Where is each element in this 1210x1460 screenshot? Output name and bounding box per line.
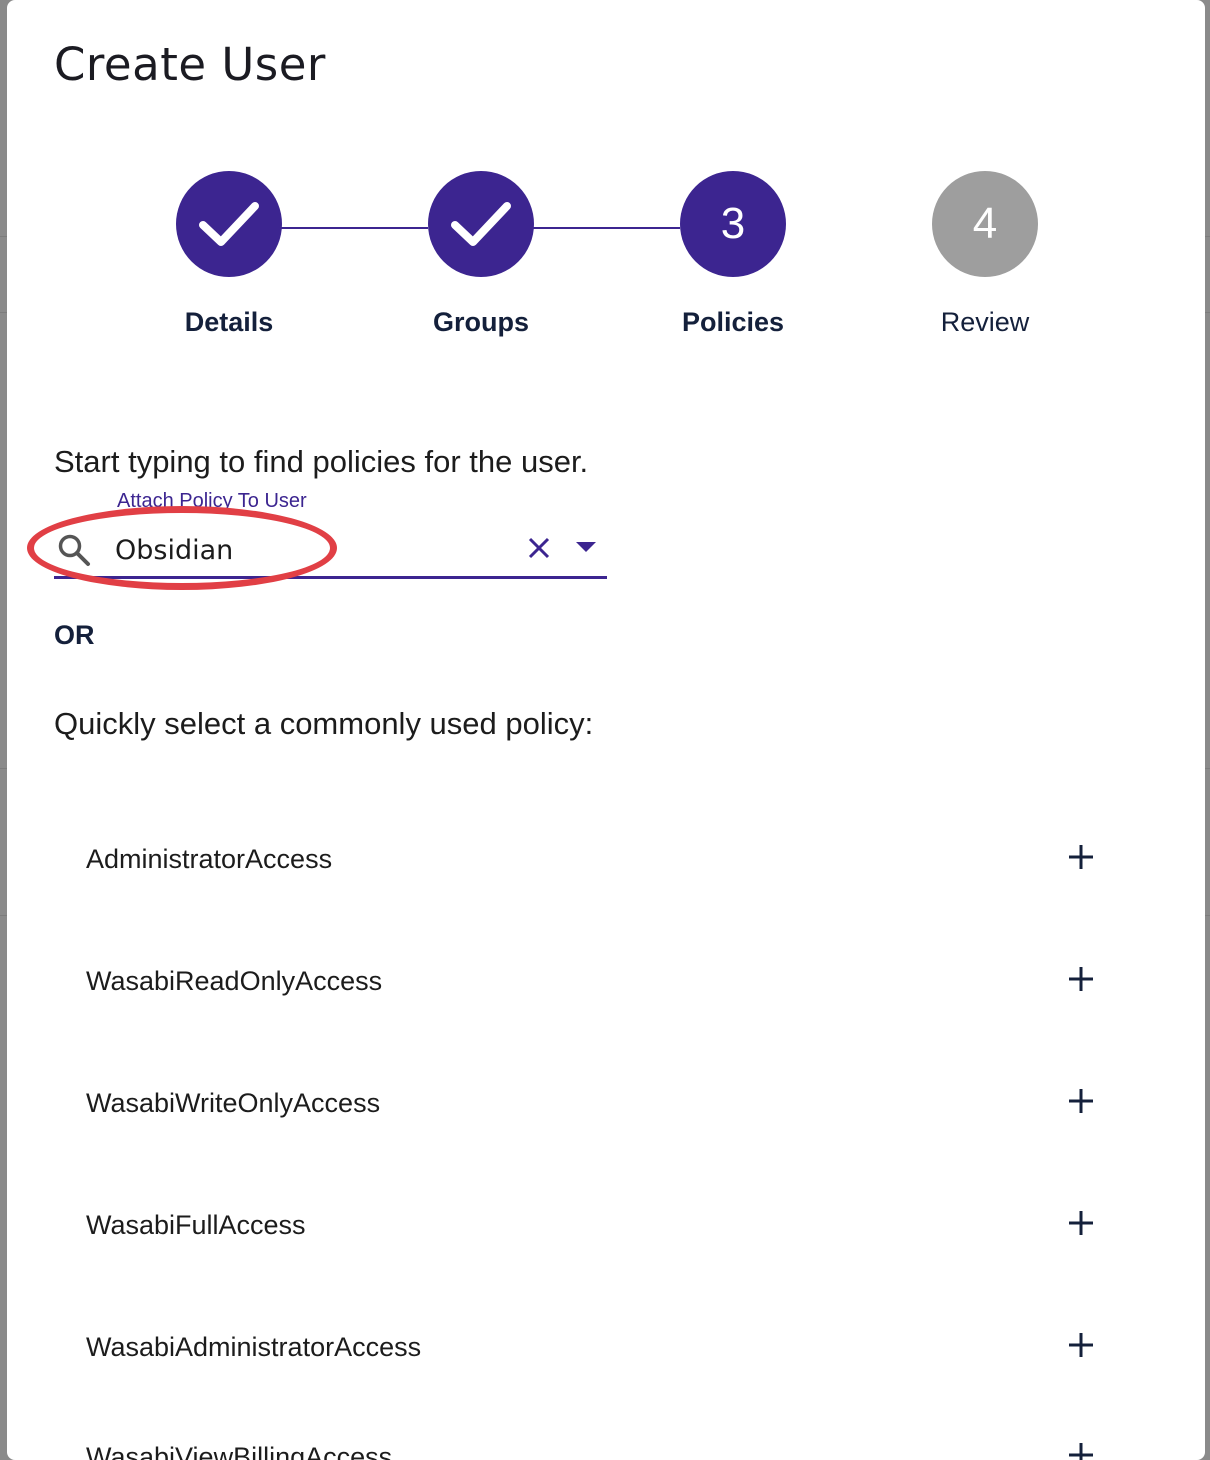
- step-connector: [532, 227, 680, 229]
- or-divider: OR: [54, 620, 95, 650]
- step-number: 3: [720, 199, 746, 248]
- plus-icon[interactable]: [1066, 842, 1096, 872]
- step-groups-circle[interactable]: [428, 171, 534, 277]
- step-connector: [280, 227, 428, 229]
- create-user-dialog: Create User 3 4 Details Groups Policies …: [7, 0, 1205, 1460]
- close-icon[interactable]: [527, 536, 551, 560]
- search-icon: [58, 534, 90, 566]
- plus-icon[interactable]: [1066, 964, 1096, 994]
- check-icon: [199, 202, 259, 246]
- step-number: 4: [972, 199, 998, 248]
- step-label-policies: Policies: [681, 307, 785, 337]
- plus-icon[interactable]: [1066, 1208, 1096, 1238]
- policy-name: WasabiReadOnlyAccess: [86, 966, 383, 996]
- step-label-groups: Groups: [432, 307, 529, 337]
- step-label-review: Review: [940, 307, 1030, 337]
- dialog-title: Create User: [54, 38, 326, 91]
- caret-down-icon[interactable]: [574, 540, 598, 554]
- common-policies-heading: Quickly select a commonly used policy:: [54, 706, 594, 741]
- search-instructions: Start typing to find policies for the us…: [54, 444, 589, 479]
- policy-name: WasabiViewBillingAccess: [86, 1442, 393, 1460]
- policy-name: WasabiAdministratorAccess: [86, 1332, 422, 1362]
- policy-list-item[interactable]: WasabiViewBillingAccess: [54, 1410, 1164, 1460]
- field-label: Attach Policy To User: [117, 490, 307, 512]
- step-details-circle[interactable]: [176, 171, 282, 277]
- policy-list-item[interactable]: WasabiReadOnlyAccess: [54, 934, 1164, 1056]
- plus-icon[interactable]: [1066, 1086, 1096, 1116]
- policy-name: WasabiFullAccess: [86, 1210, 306, 1240]
- plus-icon[interactable]: [1066, 1440, 1096, 1460]
- policy-name: AdministratorAccess: [86, 844, 333, 874]
- plus-icon[interactable]: [1066, 1330, 1096, 1360]
- step-policies-circle[interactable]: 3: [680, 171, 786, 277]
- policy-list-item[interactable]: AdministratorAccess: [54, 812, 1164, 934]
- input-underline: [54, 576, 607, 579]
- policy-list-item[interactable]: WasabiAdministratorAccess: [54, 1300, 1164, 1422]
- check-icon: [451, 202, 511, 246]
- policy-list-item[interactable]: WasabiFullAccess: [54, 1178, 1164, 1300]
- step-review-circle: 4: [932, 171, 1038, 277]
- step-label-details: Details: [184, 307, 274, 337]
- policy-search-input[interactable]: [115, 528, 515, 572]
- policy-name: WasabiWriteOnlyAccess: [86, 1088, 381, 1118]
- policy-list-item[interactable]: WasabiWriteOnlyAccess: [54, 1056, 1164, 1178]
